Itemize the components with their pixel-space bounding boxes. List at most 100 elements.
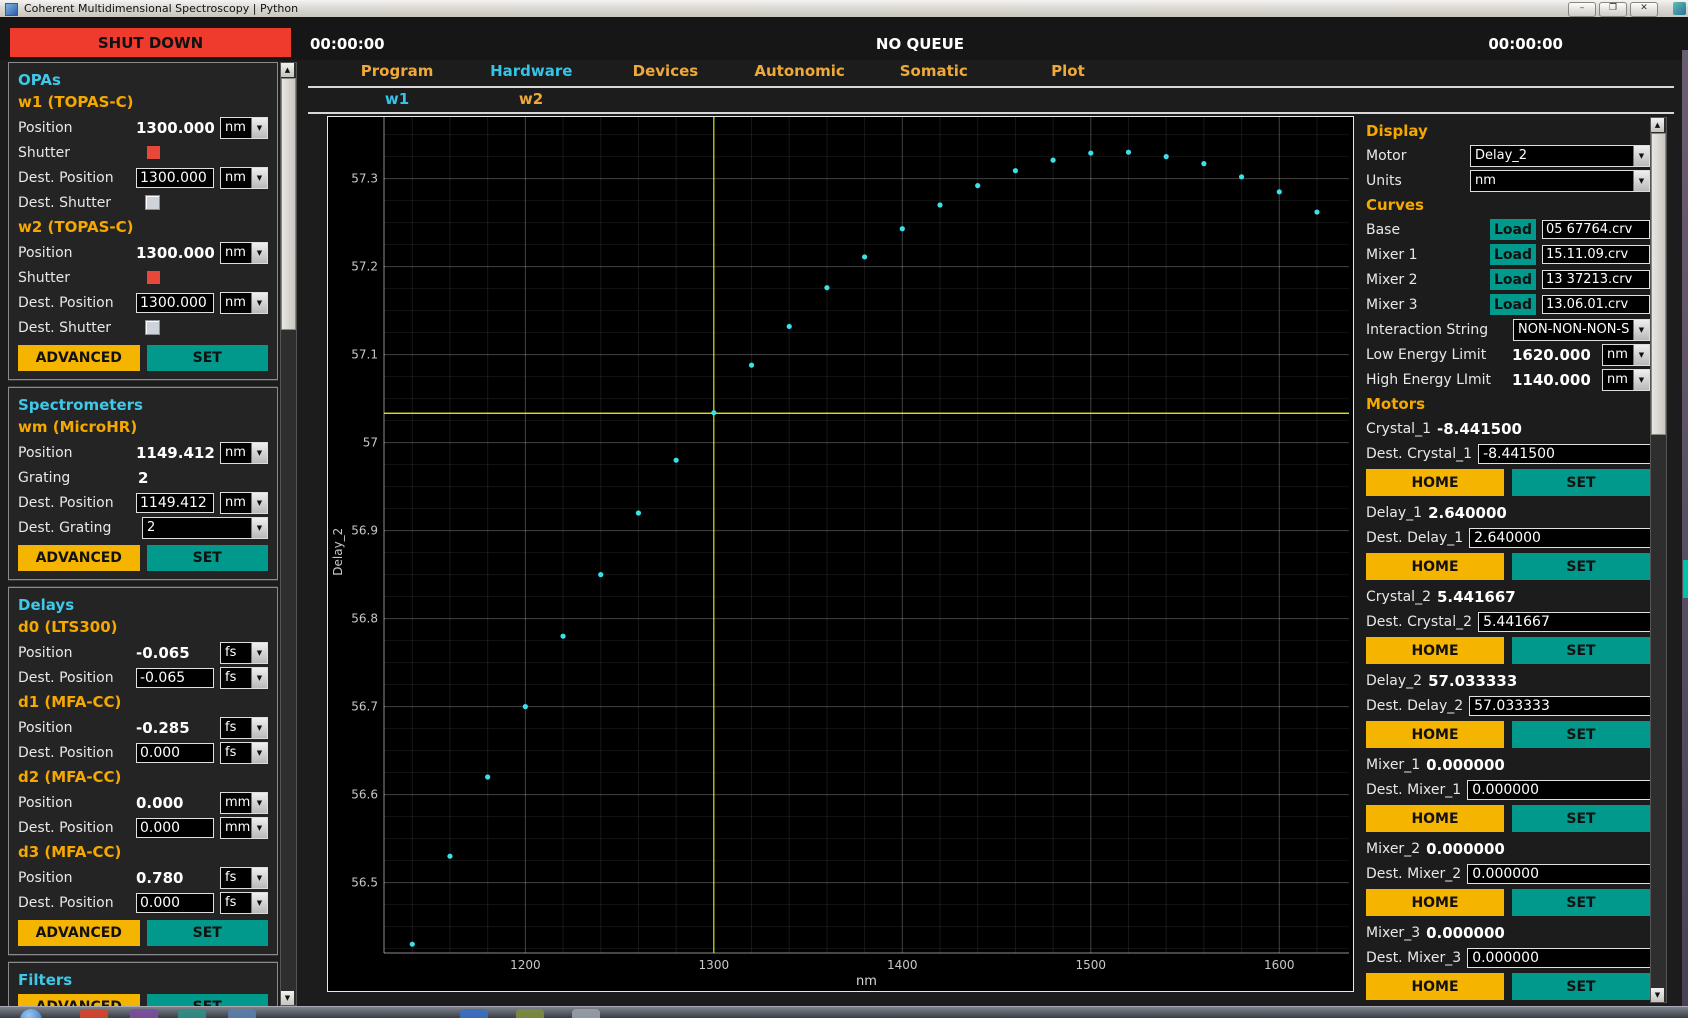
chevron-down-icon[interactable]: ▼ — [251, 518, 267, 538]
set-button[interactable]: SET — [147, 545, 269, 571]
low-energy-unit-select[interactable]: nm ▼ — [1602, 344, 1650, 366]
window-app-icon[interactable] — [228, 1009, 256, 1018]
position-unit-select[interactable]: nm▼ — [220, 117, 268, 139]
dest-grating-select[interactable]: 2▼ — [142, 517, 268, 539]
teal-app-icon[interactable] — [178, 1009, 206, 1018]
tab-somatic[interactable]: Somatic — [867, 62, 1001, 85]
dest-delay-1-input[interactable] — [1469, 528, 1650, 548]
tab-plot[interactable]: Plot — [1001, 62, 1135, 85]
set-button[interactable]: SET — [147, 994, 269, 1006]
set-button[interactable]: SET — [1512, 805, 1650, 832]
dest-position-unit-select[interactable]: nm▼ — [220, 167, 268, 189]
set-button[interactable]: SET — [1512, 889, 1650, 916]
load-button[interactable]: Load — [1490, 269, 1536, 290]
chevron-down-icon[interactable]: ▼ — [251, 793, 267, 813]
dest-position-unit-select[interactable]: fs▼ — [220, 892, 268, 914]
set-button[interactable]: SET — [1512, 637, 1650, 664]
set-button[interactable]: SET — [1512, 469, 1650, 496]
olive-app-icon[interactable] — [516, 1009, 544, 1018]
tab-autonomic[interactable]: Autonomic — [733, 62, 867, 85]
tab-program[interactable]: Program — [330, 62, 464, 85]
dest-delay-2-input[interactable] — [1469, 696, 1650, 716]
dest-mixer-3-input[interactable] — [1467, 948, 1650, 968]
load-button[interactable]: Load — [1490, 219, 1536, 240]
set-button[interactable]: SET — [1512, 553, 1650, 580]
home-button[interactable]: HOME — [1366, 889, 1504, 916]
load-button[interactable]: Load — [1490, 244, 1536, 265]
position-unit-select[interactable]: mm▼ — [220, 792, 268, 814]
chevron-down-icon[interactable]: ▼ — [1633, 345, 1649, 365]
restore-icon[interactable]: ❐ — [1599, 2, 1627, 17]
dest-position-unit-select[interactable]: nm▼ — [220, 292, 268, 314]
chevron-down-icon[interactable]: ▼ — [251, 168, 267, 188]
chevron-down-icon[interactable]: ▼ — [251, 818, 267, 838]
display-panel-scrollbar[interactable]: ▲ ▼ — [1650, 117, 1667, 1003]
set-button[interactable]: SET — [1512, 721, 1650, 748]
dest-crystal-1-input[interactable] — [1478, 444, 1650, 464]
units-select[interactable]: nm ▼ — [1470, 170, 1650, 192]
set-button[interactable]: SET — [147, 345, 269, 371]
set-button[interactable]: SET — [1512, 973, 1650, 1000]
dest-position-input[interactable] — [136, 168, 214, 188]
scroll-down-icon[interactable]: ▼ — [281, 991, 294, 1005]
chevron-down-icon[interactable]: ▼ — [1633, 171, 1649, 191]
set-button[interactable]: SET — [147, 920, 269, 946]
start-orb-icon[interactable] — [20, 1009, 42, 1018]
load-button[interactable]: Load — [1490, 294, 1536, 315]
home-button[interactable]: HOME — [1366, 469, 1504, 496]
scrollbar-thumb[interactable] — [281, 78, 296, 330]
subtab-w2[interactable]: w2 — [464, 90, 598, 111]
position-unit-select[interactable]: nm▼ — [220, 242, 268, 264]
advanced-button[interactable]: ADVANCED — [18, 545, 140, 571]
position-unit-select[interactable]: nm▼ — [220, 442, 268, 464]
advanced-button[interactable]: ADVANCED — [18, 345, 140, 371]
advanced-button[interactable]: ADVANCED — [18, 920, 140, 946]
dest-mixer-2-input[interactable] — [1467, 864, 1650, 884]
dest-position-input[interactable] — [136, 818, 214, 838]
shut-down-button[interactable]: SHUT DOWN — [10, 28, 291, 57]
chevron-down-icon[interactable]: ▼ — [251, 643, 267, 663]
minimize-icon[interactable]: – — [1568, 2, 1596, 17]
home-button[interactable]: HOME — [1366, 553, 1504, 580]
close-icon[interactable]: ✕ — [1630, 2, 1658, 17]
chevron-down-icon[interactable]: ▼ — [1633, 320, 1649, 340]
scroll-up-icon[interactable]: ▲ — [1651, 118, 1664, 132]
chevron-down-icon[interactable]: ▼ — [251, 118, 267, 138]
chevron-down-icon[interactable]: ▼ — [1633, 146, 1649, 166]
chevron-down-icon[interactable]: ▼ — [251, 718, 267, 738]
dest-position-unit-select[interactable]: mm▼ — [220, 817, 268, 839]
scroll-down-icon[interactable]: ▼ — [1651, 988, 1664, 1002]
subtab-w1[interactable]: w1 — [330, 90, 464, 111]
tab-devices[interactable]: Devices — [598, 62, 732, 85]
sidebar-scrollbar[interactable]: ▲ ▼ — [280, 62, 297, 1006]
plot-canvas[interactable]: 56.556.656.756.856.95757.157.257.3120013… — [328, 117, 1353, 993]
dest-position-input[interactable] — [136, 493, 214, 513]
interaction-select[interactable]: NON-NON-NON-S ▼ — [1513, 319, 1650, 341]
blue-app-icon[interactable] — [460, 1009, 488, 1018]
chevron-down-icon[interactable]: ▼ — [251, 893, 267, 913]
base-file-input[interactable] — [1542, 220, 1650, 239]
delay-curve-chart[interactable]: 56.556.656.756.856.95757.157.257.3120013… — [328, 117, 1351, 989]
dest-position-input[interactable] — [136, 743, 214, 763]
dest-shutter-checkbox[interactable] — [145, 195, 160, 210]
dest-position-input[interactable] — [136, 293, 214, 313]
position-unit-select[interactable]: fs▼ — [220, 867, 268, 889]
chevron-down-icon[interactable]: ▼ — [251, 743, 267, 763]
tab-hardware[interactable]: Hardware — [464, 62, 598, 85]
dest-position-unit-select[interactable]: fs▼ — [220, 667, 268, 689]
home-button[interactable]: HOME — [1366, 721, 1504, 748]
home-button[interactable]: HOME — [1366, 637, 1504, 664]
advanced-button[interactable]: ADVANCED — [18, 994, 140, 1006]
dest-shutter-checkbox[interactable] — [145, 320, 160, 335]
dest-mixer-1-input[interactable] — [1467, 780, 1650, 800]
dest-position-input[interactable] — [136, 668, 214, 688]
home-button[interactable]: HOME — [1366, 805, 1504, 832]
position-unit-select[interactable]: fs▼ — [220, 642, 268, 664]
chevron-down-icon[interactable]: ▼ — [251, 443, 267, 463]
motor-select[interactable]: Delay_2 ▼ — [1470, 145, 1650, 167]
chevron-down-icon[interactable]: ▼ — [251, 243, 267, 263]
dest-position-unit-select[interactable]: fs▼ — [220, 742, 268, 764]
mixer-2-file-input[interactable] — [1542, 270, 1650, 289]
taskbar[interactable] — [0, 1006, 1688, 1018]
purple-app-icon[interactable] — [130, 1009, 158, 1018]
